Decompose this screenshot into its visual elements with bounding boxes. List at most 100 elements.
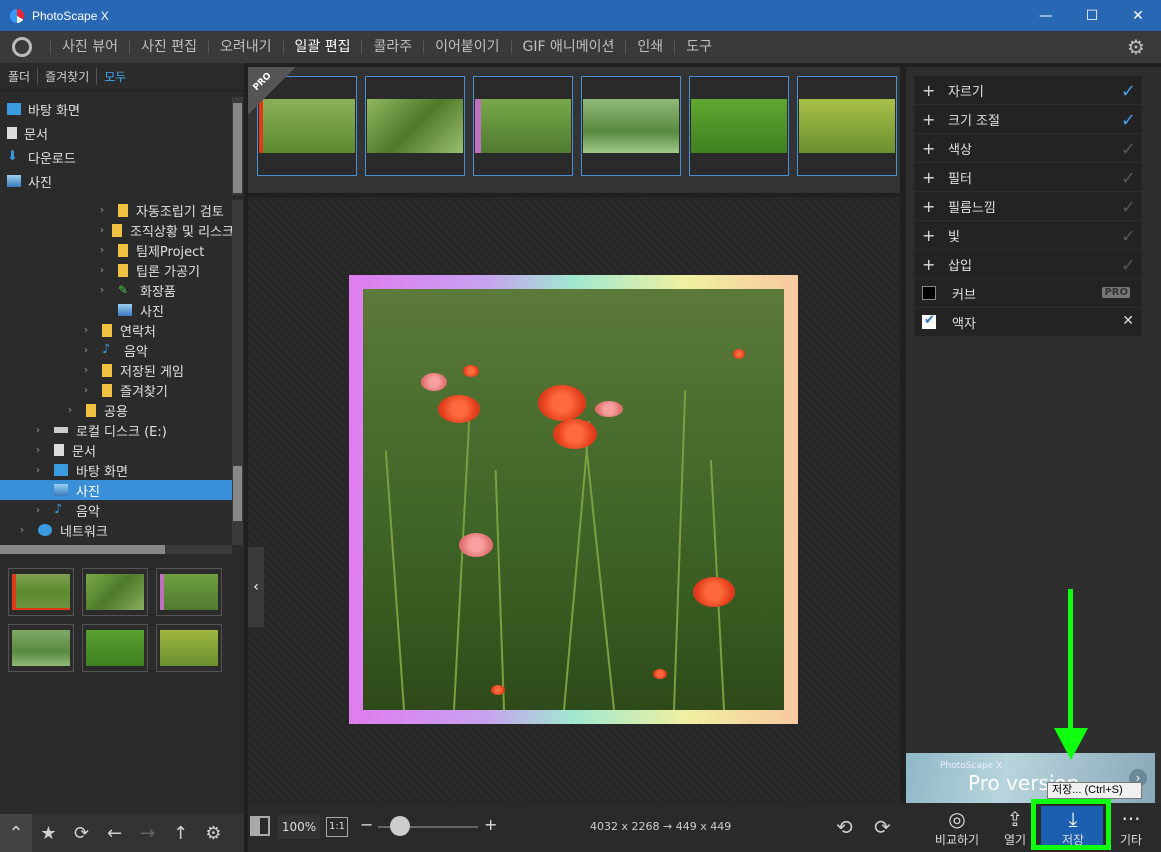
settings-gear-icon[interactable]: ⚙: [1127, 37, 1147, 57]
refresh-icon[interactable]: ⟳: [65, 814, 98, 852]
collapse-up-icon[interactable]: ⌃: [0, 814, 32, 852]
chevron-right-icon[interactable]: ›: [36, 465, 46, 476]
compare-button[interactable]: ◎ 비교하기: [932, 803, 982, 852]
up-arrow-icon[interactable]: ↑: [164, 814, 197, 852]
frame-checkbox[interactable]: [922, 313, 936, 329]
tree-item[interactable]: › 팀제Project: [0, 240, 232, 260]
quick-scroll-thumb[interactable]: [233, 103, 242, 193]
adj-frame[interactable]: 액자 ✕: [914, 308, 1142, 337]
film-thumb[interactable]: [797, 76, 897, 176]
tree-item[interactable]: › 바탕 화면: [0, 460, 232, 480]
menu-combine[interactable]: 이어붙이기: [423, 40, 510, 54]
tree-item[interactable]: › 조직상황 및 리스크: [0, 220, 234, 240]
menu-gif[interactable]: GIF 애니메이션: [510, 40, 626, 54]
chevron-right-icon[interactable]: ›: [36, 445, 46, 456]
adj-insert[interactable]: + 삽입 ✓: [914, 250, 1142, 279]
chevron-right-icon[interactable]: ›: [100, 245, 110, 256]
tree-item[interactable]: › 공용: [0, 400, 232, 420]
split-view-icon[interactable]: [250, 816, 270, 836]
thumbnail[interactable]: [156, 624, 222, 672]
chevron-right-icon[interactable]: ›: [84, 365, 94, 376]
tab-favorites[interactable]: 즐겨찾기: [37, 68, 96, 85]
tree-item[interactable]: › 즐겨찾기: [0, 380, 232, 400]
menu-cut-out[interactable]: 오려내기: [207, 40, 283, 54]
close-button[interactable]: ✕: [1115, 0, 1161, 31]
home-icon[interactable]: [12, 37, 32, 57]
curve-checkbox[interactable]: [922, 286, 936, 300]
zoom-level[interactable]: 100%: [278, 815, 320, 839]
menu-viewer[interactable]: 사진 뷰어: [50, 40, 129, 54]
zoom-slider-thumb[interactable]: [390, 816, 410, 836]
actual-size-button[interactable]: 1:1: [326, 817, 348, 837]
chevron-right-icon[interactable]: ›: [36, 425, 46, 436]
adj-light[interactable]: + 빛 ✓: [914, 221, 1142, 250]
tab-all[interactable]: 모두: [96, 68, 133, 85]
tree-hscroll-thumb[interactable]: [0, 545, 165, 554]
remove-x-icon[interactable]: ✕: [1122, 313, 1134, 329]
adj-crop[interactable]: + 자르기 ✓: [914, 76, 1142, 105]
tree-item[interactable]: › ♪ 음악: [0, 500, 232, 520]
adj-film[interactable]: + 필름느낌 ✓: [914, 192, 1142, 221]
menu-batch[interactable]: 일괄 편집: [282, 40, 362, 54]
quick-item-pictures[interactable]: 사진: [0, 169, 232, 193]
chevron-right-icon[interactable]: ›: [100, 225, 104, 236]
zoom-out-icon[interactable]: −: [360, 815, 373, 834]
thumbnail[interactable]: [156, 568, 222, 616]
film-thumb[interactable]: [689, 76, 789, 176]
rotate-left-icon[interactable]: ⟲: [836, 815, 853, 839]
back-arrow-icon[interactable]: ←: [98, 814, 131, 852]
plus-icon[interactable]: +: [922, 81, 935, 100]
menu-tools[interactable]: 도구: [674, 40, 723, 54]
zoom-in-icon[interactable]: +: [484, 815, 497, 834]
tree-item[interactable]: › 로컬 디스크 (E:): [0, 420, 232, 440]
tree-item[interactable]: › 네트워크: [0, 520, 232, 540]
chevron-right-icon[interactable]: ›: [20, 525, 30, 536]
tree-item[interactable]: › 저장된 게임: [0, 360, 232, 380]
menu-collage[interactable]: 콜라주: [361, 40, 423, 54]
adj-resize[interactable]: + 크기 조절 ✓: [914, 105, 1142, 134]
adj-color[interactable]: + 색상 ✓: [914, 134, 1142, 163]
chevron-right-icon[interactable]: ›: [84, 325, 94, 336]
open-button[interactable]: ⇪ 열기: [996, 803, 1034, 852]
chevron-right-icon[interactable]: ›: [68, 405, 78, 416]
menu-print[interactable]: 인쇄: [625, 40, 674, 54]
quick-item-documents[interactable]: 문서: [0, 121, 232, 145]
plus-icon[interactable]: +: [922, 255, 935, 274]
chevron-right-icon[interactable]: ›: [100, 205, 110, 216]
chevron-right-icon[interactable]: ›: [100, 285, 110, 296]
rotate-right-icon[interactable]: ⟳: [874, 815, 891, 839]
thumbnail[interactable]: [8, 568, 74, 616]
tab-folder[interactable]: 폴더: [8, 68, 37, 85]
chevron-right-icon[interactable]: ›: [100, 265, 110, 276]
maximize-button[interactable]: ☐: [1069, 0, 1115, 31]
tree-item[interactable]: › ♪ 음악: [0, 340, 232, 360]
minimize-button[interactable]: —: [1023, 0, 1069, 31]
chevron-right-icon[interactable]: ›: [36, 505, 46, 516]
adj-filter[interactable]: + 필터 ✓: [914, 163, 1142, 192]
tree-item[interactable]: › ✎ 화장품: [0, 280, 232, 300]
chevron-right-icon[interactable]: ›: [84, 345, 94, 356]
tree-item[interactable]: › 문서: [0, 440, 232, 460]
forward-arrow-icon[interactable]: →: [131, 814, 164, 852]
collapse-left-panel-button[interactable]: ‹: [248, 547, 264, 627]
plus-icon[interactable]: +: [922, 110, 935, 129]
menu-editor[interactable]: 사진 편집: [128, 40, 208, 54]
tree-item[interactable]: 사진: [0, 300, 232, 320]
chevron-right-icon[interactable]: ›: [84, 385, 94, 396]
quick-item-downloads[interactable]: ⬇ 다운로드: [0, 145, 232, 169]
adj-curve[interactable]: 커브 PRO: [914, 279, 1142, 308]
film-thumb[interactable]: [365, 76, 465, 176]
tree-item[interactable]: › 연락처: [0, 320, 232, 340]
film-thumb[interactable]: [581, 76, 681, 176]
thumbnail[interactable]: [82, 624, 148, 672]
star-icon[interactable]: ★: [32, 814, 65, 852]
tree-scroll-thumb[interactable]: [233, 466, 242, 521]
plus-icon[interactable]: +: [922, 139, 935, 158]
quick-item-desktop[interactable]: 바탕 화면: [0, 97, 232, 121]
more-button[interactable]: ··· 기타: [1114, 803, 1148, 852]
thumbnail[interactable]: [8, 624, 74, 672]
tree-item[interactable]: › 자동조립기 검토: [0, 200, 232, 220]
settings-gear-icon[interactable]: ⚙: [197, 814, 230, 852]
tree-item-selected[interactable]: 사진: [0, 480, 232, 500]
tree-item[interactable]: › 팁론 가공기: [0, 260, 232, 280]
